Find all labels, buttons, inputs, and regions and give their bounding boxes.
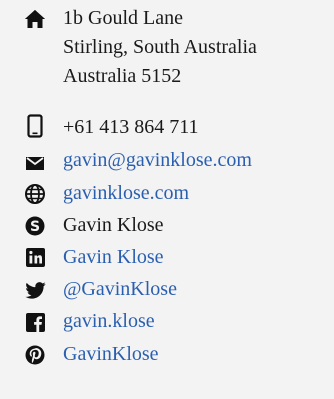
phone-number: +61 413 864 711 xyxy=(63,116,199,138)
home-icon xyxy=(24,8,46,30)
email-link[interactable]: gavin@gavinklose.com xyxy=(63,146,252,175)
twitter-link[interactable]: @GavinKlose xyxy=(63,275,177,304)
facebook-link[interactable]: gavin.klose xyxy=(63,307,155,336)
pinterest-icon xyxy=(24,344,46,366)
svg-text:S: S xyxy=(30,219,40,235)
globe-icon xyxy=(24,183,46,205)
address-line-2: Stirling, South Australia xyxy=(63,36,257,58)
mobile-phone-icon xyxy=(24,114,46,138)
linkedin-icon xyxy=(24,246,46,268)
address-line-3: Australia 5152 xyxy=(63,65,182,87)
skype-icon: S xyxy=(24,215,46,237)
address-line-1: 1b Gould Lane xyxy=(63,7,183,29)
facebook-icon xyxy=(24,311,46,333)
linkedin-link[interactable]: Gavin Klose xyxy=(63,243,164,272)
website-link[interactable]: gavinklose.com xyxy=(63,179,189,208)
twitter-icon xyxy=(24,279,46,301)
skype-handle: Gavin Klose xyxy=(63,214,164,236)
address: 1b Gould Lane Stirling, South Australia … xyxy=(63,4,257,91)
envelope-icon xyxy=(24,152,46,174)
contact-card: 1b Gould Lane Stirling, South Australia … xyxy=(0,0,334,399)
pinterest-link[interactable]: GavinKlose xyxy=(63,340,159,369)
